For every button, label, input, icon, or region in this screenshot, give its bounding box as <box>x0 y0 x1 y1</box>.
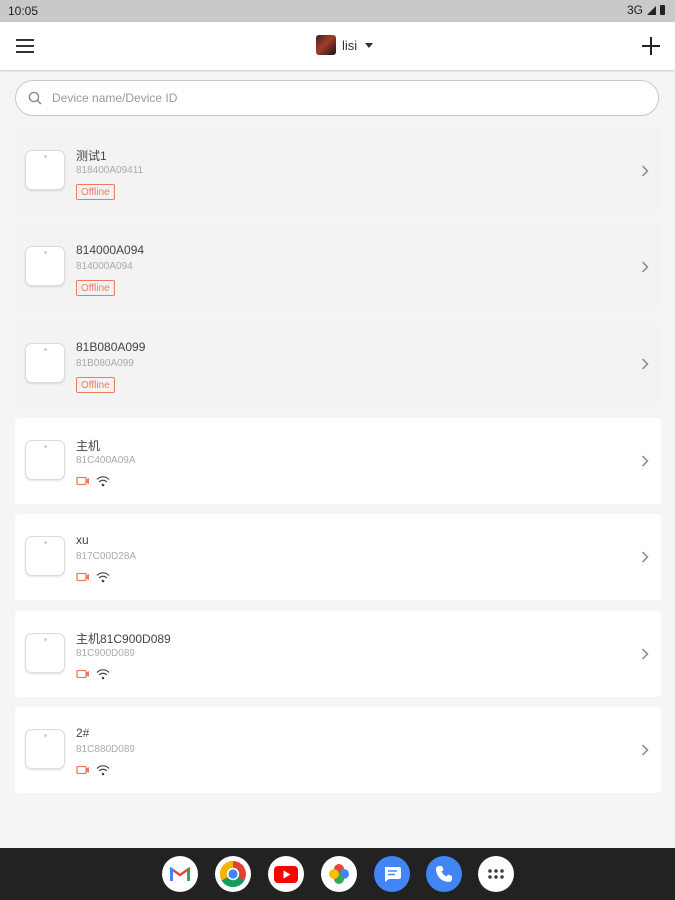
search-bar[interactable] <box>15 80 659 116</box>
device-thumbnail <box>25 633 65 673</box>
device-name: xu <box>76 533 89 547</box>
device-status-icons <box>76 571 110 583</box>
offline-badge: Offline <box>76 377 115 393</box>
device-id: 814000A094 <box>76 261 133 272</box>
device-card[interactable]: 测试1 818400A09411 Offline <box>15 128 661 214</box>
status-time: 10:05 <box>8 4 39 18</box>
device-name: 814000A094 <box>76 243 145 257</box>
device-id: 81C880D089 <box>76 744 135 755</box>
device-card[interactable]: xu 817C00D28A <box>15 514 661 600</box>
phone-icon[interactable] <box>426 856 462 892</box>
device-name: 2# <box>76 726 90 740</box>
battery-icon <box>660 5 665 15</box>
chevron-right-icon <box>641 551 649 563</box>
camera-icon <box>76 572 89 582</box>
chevron-down-icon <box>365 42 374 48</box>
chevron-right-icon <box>641 261 649 273</box>
menu-icon[interactable] <box>16 38 34 54</box>
chevron-right-icon <box>641 744 649 756</box>
messages-icon[interactable] <box>374 856 410 892</box>
photos-icon[interactable] <box>321 856 357 892</box>
chevron-right-icon <box>641 165 649 177</box>
device-card[interactable]: 主机81C900D089 81C900D089 <box>15 611 661 697</box>
chevron-right-icon <box>641 358 649 370</box>
device-thumbnail <box>25 536 65 576</box>
device-id: 81C900D089 <box>76 648 135 659</box>
device-status-icons <box>76 475 110 487</box>
device-thumbnail <box>25 729 65 769</box>
device-name: 主机81C900D089 <box>76 632 171 646</box>
device-name: 主机 <box>76 439 101 453</box>
camera-icon <box>76 765 89 775</box>
device-id: 817C00D28A <box>76 551 137 562</box>
device-name: 测试1 <box>76 149 107 163</box>
device-id: 81B080A099 <box>76 358 134 369</box>
account-name: lisi <box>342 37 358 53</box>
device-status-icons <box>76 668 110 680</box>
device-id: 818400A09411 <box>76 165 144 176</box>
chrome-icon[interactable] <box>215 856 251 892</box>
wifi-icon <box>96 572 110 583</box>
camera-icon <box>76 669 89 679</box>
device-name: 81B080A099 <box>76 340 146 354</box>
wifi-icon <box>96 765 110 776</box>
status-indicators: 3G <box>627 3 665 17</box>
youtube-icon[interactable] <box>268 856 304 892</box>
device-id: 81C400A09A <box>76 455 136 466</box>
chevron-right-icon <box>641 455 649 467</box>
device-card[interactable]: 主机 81C400A09A <box>15 418 661 504</box>
status-bar: 10:05 3G <box>0 0 675 22</box>
device-card[interactable]: 81B080A099 81B080A099 Offline <box>15 321 661 407</box>
account-switcher[interactable]: lisi <box>316 35 374 55</box>
offline-badge: Offline <box>76 184 115 200</box>
app-bar: lisi <box>0 22 675 70</box>
search-input[interactable] <box>50 90 614 106</box>
avatar <box>316 35 336 55</box>
device-thumbnail <box>25 246 65 286</box>
app-drawer-icon[interactable] <box>478 856 514 892</box>
device-thumbnail <box>25 343 65 383</box>
wifi-icon <box>96 669 110 680</box>
search-icon <box>28 91 42 105</box>
camera-icon <box>76 476 89 486</box>
network-type: 3G <box>626 3 643 17</box>
device-card[interactable]: 814000A094 814000A094 Offline <box>15 224 661 310</box>
device-card[interactable]: 2# 81C880D089 <box>15 707 661 793</box>
add-device-button[interactable] <box>642 37 660 55</box>
wifi-icon <box>96 476 110 487</box>
device-status-icons <box>76 764 110 776</box>
signal-icon <box>647 5 656 15</box>
device-thumbnail <box>25 440 65 480</box>
chevron-right-icon <box>641 648 649 660</box>
gmail-icon[interactable] <box>162 856 198 892</box>
device-thumbnail <box>25 150 65 190</box>
offline-badge: Offline <box>76 280 115 296</box>
